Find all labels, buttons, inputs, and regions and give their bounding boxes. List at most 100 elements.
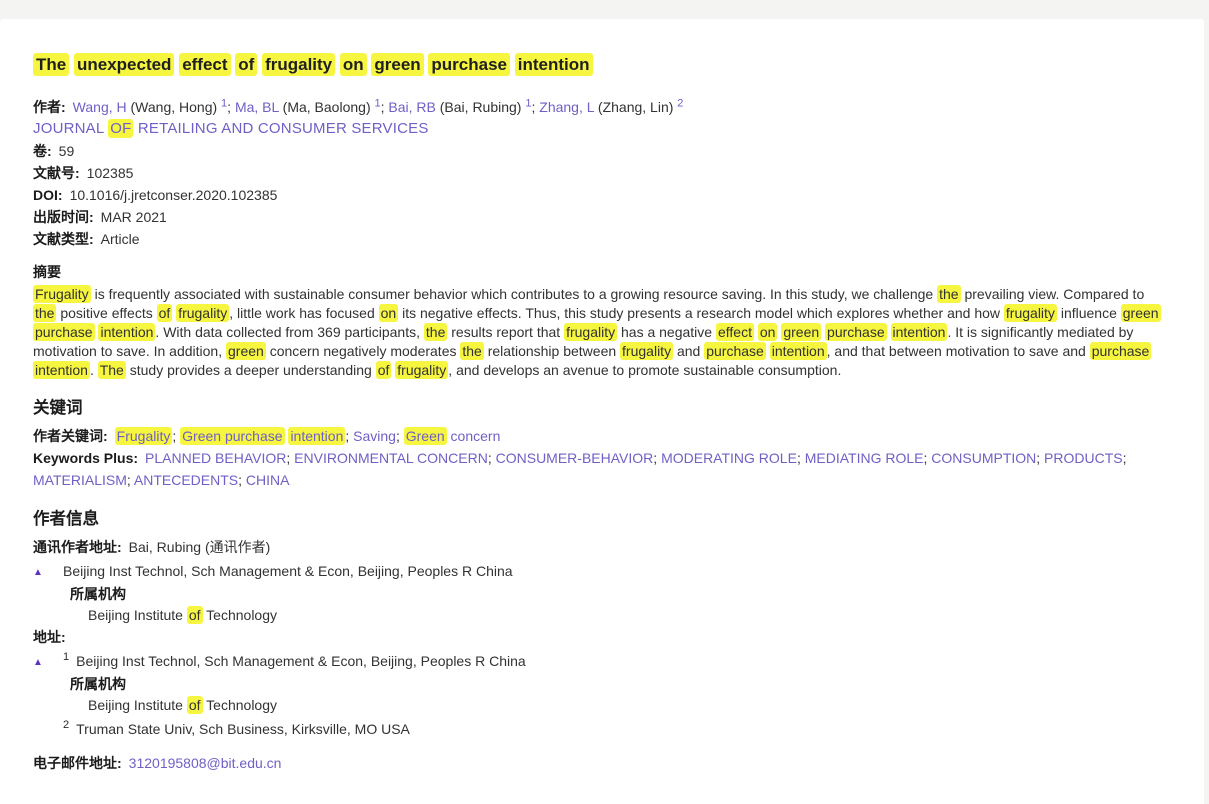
highlighted-term: frugality	[395, 361, 448, 379]
journal-link[interactable]: RETAILING AND CONSUMER SERVICES	[133, 120, 428, 137]
authors-label: 作者:	[33, 99, 66, 115]
highlighted-term: intention	[33, 361, 90, 379]
collapse-triangle-icon[interactable]: ▲	[33, 562, 63, 584]
text-segment: (Zhang, Lin)	[594, 99, 677, 115]
keyword-plus-link[interactable]: MODERATING ROLE	[661, 450, 797, 466]
keywords-plus-list: PLANNED BEHAVIOR; ENVIRONMENTAL CONCERN;…	[33, 450, 1127, 488]
keyword-link[interactable]: Green	[404, 427, 447, 445]
text-segment: ;	[488, 450, 496, 466]
article-number-value: 102385	[87, 165, 134, 181]
highlighted-term: the	[33, 304, 56, 322]
author-link[interactable]: Wang, H	[73, 99, 127, 115]
author-link[interactable]: Zhang, L	[539, 99, 594, 115]
keyword-plus-link[interactable]: ANTECEDENTS	[134, 472, 238, 488]
text-segment: , and develops an avenue to promote sust…	[448, 362, 841, 378]
reprint-address-line: ▲Beijing Inst Technol, Sch Management & …	[33, 560, 1166, 584]
email-label: 电子邮件地址:	[33, 755, 122, 771]
highlighted-term: purchase	[33, 323, 95, 341]
text-segment: its negative effects. Thus, this study p…	[398, 305, 1004, 321]
highlighted-term: green	[371, 53, 423, 76]
highlighted-term: effect	[179, 53, 230, 76]
keyword-plus-link[interactable]: ENVIRONMENTAL CONCERN	[294, 450, 488, 466]
highlighted-term: green	[781, 323, 821, 341]
authors-line: 作者:Wang, H (Wang, Hong) 1; Ma, BL (Ma, B…	[33, 96, 1166, 118]
highlighted-term: effect	[716, 323, 754, 341]
keyword-plus-link[interactable]: PRODUCTS	[1044, 450, 1123, 466]
keyword-plus-link[interactable]: CONSUMPTION	[931, 450, 1036, 466]
text-segment: Technology	[203, 607, 277, 623]
highlighted-term: green	[226, 342, 266, 360]
highlighted-term: intention	[891, 323, 948, 341]
collapse-triangle-icon[interactable]: ▲	[33, 652, 63, 674]
keyword-plus-link[interactable]: CHINA	[246, 472, 290, 488]
keyword-plus-link[interactable]: MATERIALISM	[33, 472, 127, 488]
keywords-plus-line: Keywords Plus:PLANNED BEHAVIOR; ENVIRONM…	[33, 447, 1166, 491]
keyword-plus-link[interactable]: CONSUMER-BEHAVIOR	[496, 450, 654, 466]
highlighted-term: The	[33, 53, 69, 76]
addresses-label: 地址:	[33, 626, 1166, 648]
corresponding-author-value: Bai, Rubing (通讯作者)	[129, 539, 271, 555]
address-block-1: ▲1Beijing Inst Technol, Sch Management &…	[33, 650, 1166, 716]
text-segment: (Bai, Rubing)	[436, 99, 525, 115]
meta-pub-date: 出版时间:MAR 2021	[33, 206, 1166, 228]
highlighted-term: frugality	[620, 342, 673, 360]
journal-link[interactable]: OF	[108, 119, 133, 138]
text-segment: has a negative	[617, 324, 716, 340]
text-segment: influence	[1057, 305, 1121, 321]
highlighted-term: frugality	[262, 53, 335, 76]
volume-label: 卷:	[33, 143, 52, 159]
journal-link[interactable]: JOURNAL	[33, 120, 108, 137]
email-line: 电子邮件地址: 3120195808@bit.edu.cn	[33, 752, 1166, 774]
keyword-link[interactable]: Saving	[353, 428, 396, 444]
text-segment: (Ma, Baolong)	[279, 99, 375, 115]
address-line-1: ▲1Beijing Inst Technol, Sch Management &…	[33, 650, 1166, 674]
doi-value: 10.1016/j.jretconser.2020.102385	[70, 187, 278, 203]
text-segment: ;	[797, 450, 805, 466]
reprint-address-block: ▲Beijing Inst Technol, Sch Management & …	[33, 560, 1166, 626]
author-link[interactable]: Ma, BL	[235, 99, 279, 115]
organization-label: 所属机构	[70, 674, 1166, 695]
highlighted-term: frugality	[1004, 304, 1057, 322]
text-segment: positive effects	[56, 305, 156, 321]
keywords-section-heading: 关键词	[33, 397, 1166, 419]
highlighted-term: of	[187, 696, 203, 714]
highlighted-term: the	[937, 285, 960, 303]
journal-link[interactable]: JOURNAL OF RETAILING AND CONSUMER SERVIC…	[33, 118, 1166, 140]
keyword-link[interactable]: intention	[288, 427, 345, 445]
text-segment: relationship between	[484, 343, 620, 359]
keyword-plus-link[interactable]: PLANNED BEHAVIOR	[145, 450, 286, 466]
volume-value: 59	[59, 143, 75, 159]
keyword-link[interactable]: concern	[447, 428, 501, 444]
highlighted-term: intention	[98, 323, 155, 341]
email-link[interactable]: 3120195808@bit.edu.cn	[129, 755, 282, 771]
keyword-link[interactable]: Frugality	[115, 427, 173, 445]
highlighted-term: purchase	[1090, 342, 1152, 360]
address-text: Beijing Inst Technol, Sch Management & E…	[76, 653, 526, 669]
text-segment: Beijing Institute	[88, 607, 187, 623]
address-line-2: 2Truman State Univ, Sch Business, Kirksv…	[33, 718, 1166, 740]
article-number-label: 文献号:	[33, 165, 80, 181]
corresponding-address-label: 通讯作者地址:	[33, 539, 122, 555]
highlighted-term: of	[376, 361, 392, 379]
text-segment: , and that between motivation to save an…	[827, 343, 1090, 359]
text-segment	[887, 324, 891, 340]
text-segment: 2	[677, 97, 683, 109]
highlighted-term: purchase	[428, 53, 510, 76]
highlighted-term: Frugality	[33, 285, 91, 303]
author-link[interactable]: Bai, RB	[388, 99, 435, 115]
highlighted-term: purchase	[825, 323, 887, 341]
keyword-link[interactable]: Green purchase	[180, 427, 284, 445]
highlighted-term: on	[758, 323, 778, 341]
organization-name: Beijing Institute of Technology	[88, 605, 1166, 626]
keywords-plus-label: Keywords Plus:	[33, 450, 138, 466]
text-segment: Technology	[203, 697, 277, 713]
text-segment: .	[90, 362, 98, 378]
highlighted-term: intention	[770, 342, 827, 360]
highlighted-term: of	[187, 606, 203, 624]
text-segment: ;	[286, 450, 294, 466]
pub-date-label: 出版时间:	[33, 209, 94, 225]
keyword-plus-link[interactable]: MEDIATING ROLE	[805, 450, 924, 466]
text-segment: , little work has focused	[229, 305, 378, 321]
text-segment: ;	[172, 428, 180, 444]
highlighted-term: frugality	[176, 304, 229, 322]
